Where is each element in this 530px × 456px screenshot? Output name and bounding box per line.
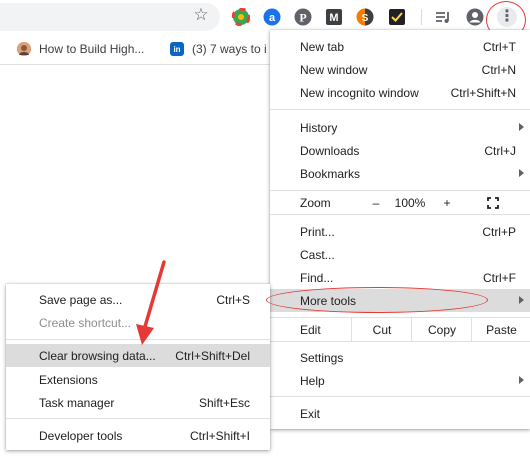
- menu-separator: [270, 341, 530, 342]
- menu-item-exit[interactable]: Exit: [270, 402, 530, 425]
- menu-item-settings[interactable]: Settings: [270, 346, 530, 369]
- menu-item-shortcut: Ctrl+S: [216, 292, 250, 307]
- submenu-arrow-icon: [519, 169, 524, 177]
- menu-item-new-window[interactable]: New window Ctrl+N: [270, 58, 530, 81]
- menu-item-label: New tab: [300, 39, 345, 54]
- menu-item-label: History: [300, 120, 338, 135]
- pinterest-icon[interactable]: P: [294, 8, 312, 26]
- menu-item-shortcut: Ctrl+F: [483, 270, 516, 285]
- zoom-row: Zoom – 100% +: [270, 191, 530, 214]
- address-bar[interactable]: [0, 3, 220, 31]
- menu-item-cast[interactable]: Cast...: [270, 243, 530, 266]
- menu-item-shortcut: Ctrl+Shift+Del: [175, 348, 250, 363]
- globe-extension-icon[interactable]: [232, 8, 250, 26]
- menu-item-label: Settings: [300, 350, 344, 365]
- submenu-arrow-icon: [519, 376, 524, 384]
- menu-item-label: Print...: [300, 224, 335, 239]
- chrome-main-menu: New tab Ctrl+T New window Ctrl+N New inc…: [270, 30, 530, 429]
- menu-item-create-shortcut[interactable]: Create shortcut...: [6, 311, 270, 334]
- menu-item-task-manager[interactable]: Task manager Shift+Esc: [6, 391, 270, 414]
- menu-item-label: Create shortcut...: [39, 315, 132, 330]
- menu-item-label: Developer tools: [39, 428, 123, 443]
- menu-item-downloads[interactable]: Downloads Ctrl+J: [270, 139, 530, 162]
- menu-item-label: Extensions: [39, 372, 98, 387]
- bookmark-item[interactable]: How to Build High...: [17, 40, 144, 58]
- svg-text:a: a: [269, 12, 276, 24]
- menu-item-label: Bookmarks: [300, 166, 361, 181]
- menu-item-label: Help: [300, 373, 325, 388]
- paste-button[interactable]: Paste: [471, 318, 530, 341]
- cut-button[interactable]: Cut: [351, 318, 412, 341]
- menu-item-label: Cast...: [300, 247, 335, 262]
- menu-item-new-incognito-window[interactable]: New incognito window Ctrl+Shift+N: [270, 81, 530, 104]
- menu-item-extensions[interactable]: Extensions: [6, 368, 270, 391]
- menu-separator: [270, 396, 530, 397]
- media-controls-icon[interactable]: [434, 8, 452, 26]
- bookmark-label: How to Build High...: [39, 42, 145, 56]
- menu-item-find[interactable]: Find... Ctrl+F: [270, 266, 530, 289]
- svg-text:M: M: [329, 12, 338, 24]
- zoom-in-button[interactable]: +: [437, 196, 457, 210]
- menu-item-history[interactable]: History: [270, 116, 530, 139]
- menu-item-label: Find...: [300, 270, 334, 285]
- person-favicon-icon: [17, 42, 31, 56]
- bookmark-item[interactable]: in (3) 7 ways to i: [170, 40, 267, 58]
- menu-item-shortcut: Ctrl+Shift+I: [189, 428, 250, 443]
- menu-item-print[interactable]: Print... Ctrl+P: [270, 220, 530, 243]
- a-extension-icon[interactable]: a: [263, 8, 281, 26]
- zoom-label: Zoom: [300, 195, 331, 210]
- menu-item-save-page-as[interactable]: Save page as... Ctrl+S: [6, 288, 270, 311]
- menu-item-label: New window: [300, 62, 368, 77]
- m-extension-icon[interactable]: M: [325, 8, 343, 26]
- menu-separator: [6, 418, 270, 419]
- checkmark-extension-icon[interactable]: [388, 8, 406, 26]
- menu-item-shortcut: Ctrl+T: [483, 39, 516, 54]
- menu-item-bookmarks[interactable]: Bookmarks: [270, 162, 530, 185]
- copy-button[interactable]: Copy: [411, 318, 472, 341]
- svg-text:S: S: [362, 13, 369, 24]
- menu-item-label: Clear browsing data...: [39, 348, 156, 363]
- edit-label: Edit: [300, 322, 321, 337]
- menu-item-label: Downloads: [300, 143, 360, 158]
- more-tools-submenu: Save page as... Ctrl+S Create shortcut..…: [6, 284, 270, 450]
- menu-item-clear-browsing-data[interactable]: Clear browsing data... Ctrl+Shift+Del: [6, 344, 270, 367]
- menu-item-label: Exit: [300, 406, 321, 421]
- profile-avatar-icon[interactable]: [466, 8, 484, 26]
- menu-separator: [270, 109, 530, 110]
- zoom-level: 100%: [394, 195, 426, 210]
- submenu-arrow-icon: [519, 123, 524, 131]
- browser-toolbar: ☆ a P M S ⋮: [0, 0, 530, 39]
- menu-separator: [6, 339, 270, 340]
- menu-item-shortcut: Ctrl+P: [482, 224, 516, 239]
- svg-text:P: P: [299, 11, 306, 25]
- edit-row: Edit Cut Copy Paste: [270, 318, 530, 341]
- menu-item-shortcut: Shift+Esc: [198, 395, 250, 410]
- menu-item-new-tab[interactable]: New tab Ctrl+T: [270, 35, 530, 58]
- bookmark-star-icon[interactable]: ☆: [192, 6, 210, 24]
- menu-item-help[interactable]: Help: [270, 369, 530, 392]
- s-extension-icon[interactable]: S: [356, 8, 374, 26]
- toolbar-separator: [421, 9, 422, 25]
- menu-item-shortcut: Ctrl+J: [484, 143, 516, 158]
- linkedin-icon: in: [170, 42, 184, 56]
- menu-item-label: Save page as...: [39, 292, 123, 307]
- menu-separator: [270, 214, 530, 215]
- menu-item-label: More tools: [300, 293, 357, 308]
- menu-item-shortcut: Ctrl+Shift+N: [450, 85, 516, 100]
- menu-item-label: New incognito window: [300, 85, 419, 100]
- menu-item-label: Task manager: [39, 395, 115, 410]
- menu-item-developer-tools[interactable]: Developer tools Ctrl+Shift+I: [6, 424, 270, 447]
- menu-item-shortcut: Ctrl+N: [481, 62, 516, 77]
- zoom-out-button[interactable]: –: [366, 196, 386, 210]
- bookmark-label: (3) 7 ways to i: [192, 42, 267, 56]
- menu-item-more-tools[interactable]: More tools: [270, 289, 530, 312]
- submenu-arrow-icon: [519, 296, 524, 304]
- fullscreen-icon[interactable]: [487, 197, 499, 209]
